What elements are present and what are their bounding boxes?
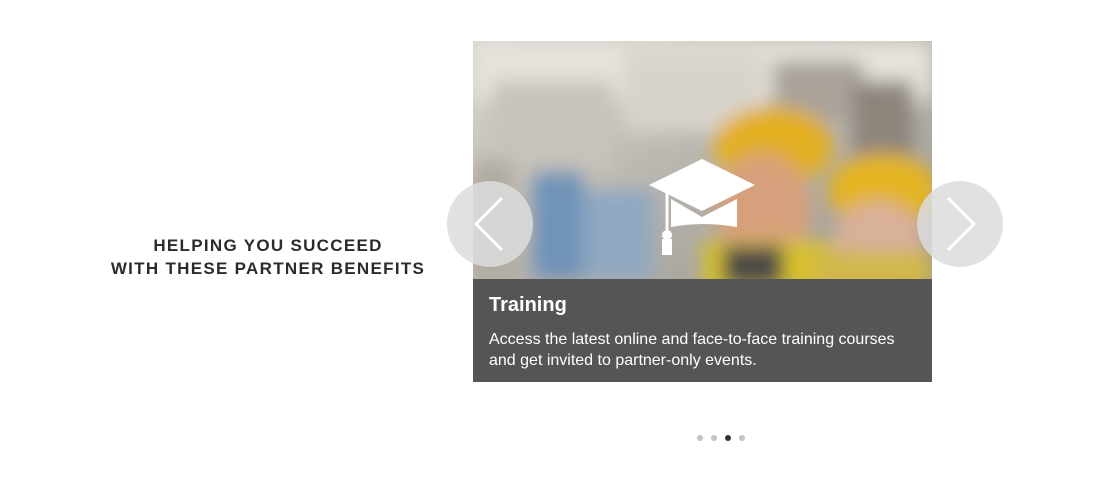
pagination-dot-1[interactable] bbox=[697, 435, 703, 441]
slide-caption: Training Access the latest online and fa… bbox=[473, 279, 932, 382]
pagination-dot-3-active[interactable] bbox=[725, 435, 731, 441]
graduation-cap-icon bbox=[645, 155, 759, 259]
carousel-pagination bbox=[697, 435, 745, 445]
carousel-next-button[interactable] bbox=[917, 181, 1003, 267]
slide-background-image bbox=[473, 41, 932, 279]
pagination-dot-2[interactable] bbox=[711, 435, 717, 441]
slide-title: Training bbox=[489, 294, 567, 316]
pagination-dot-4[interactable] bbox=[739, 435, 745, 441]
partner-benefits-section: HELPING YOU SUCCEED WITH THESE PARTNER B… bbox=[0, 0, 1093, 494]
carousel-prev-button[interactable] bbox=[447, 181, 533, 267]
benefit-slide-card[interactable]: Training Access the latest online and fa… bbox=[473, 41, 932, 382]
chevron-left-icon bbox=[473, 196, 504, 252]
chevron-right-icon bbox=[946, 196, 977, 252]
heading-line-1: HELPING YOU SUCCEED bbox=[153, 236, 383, 255]
slide-description: Access the latest online and face-to-fac… bbox=[489, 331, 895, 369]
heading-line-2: WITH THESE PARTNER BENEFITS bbox=[110, 259, 426, 278]
section-heading: HELPING YOU SUCCEED WITH THESE PARTNER B… bbox=[98, 234, 438, 280]
